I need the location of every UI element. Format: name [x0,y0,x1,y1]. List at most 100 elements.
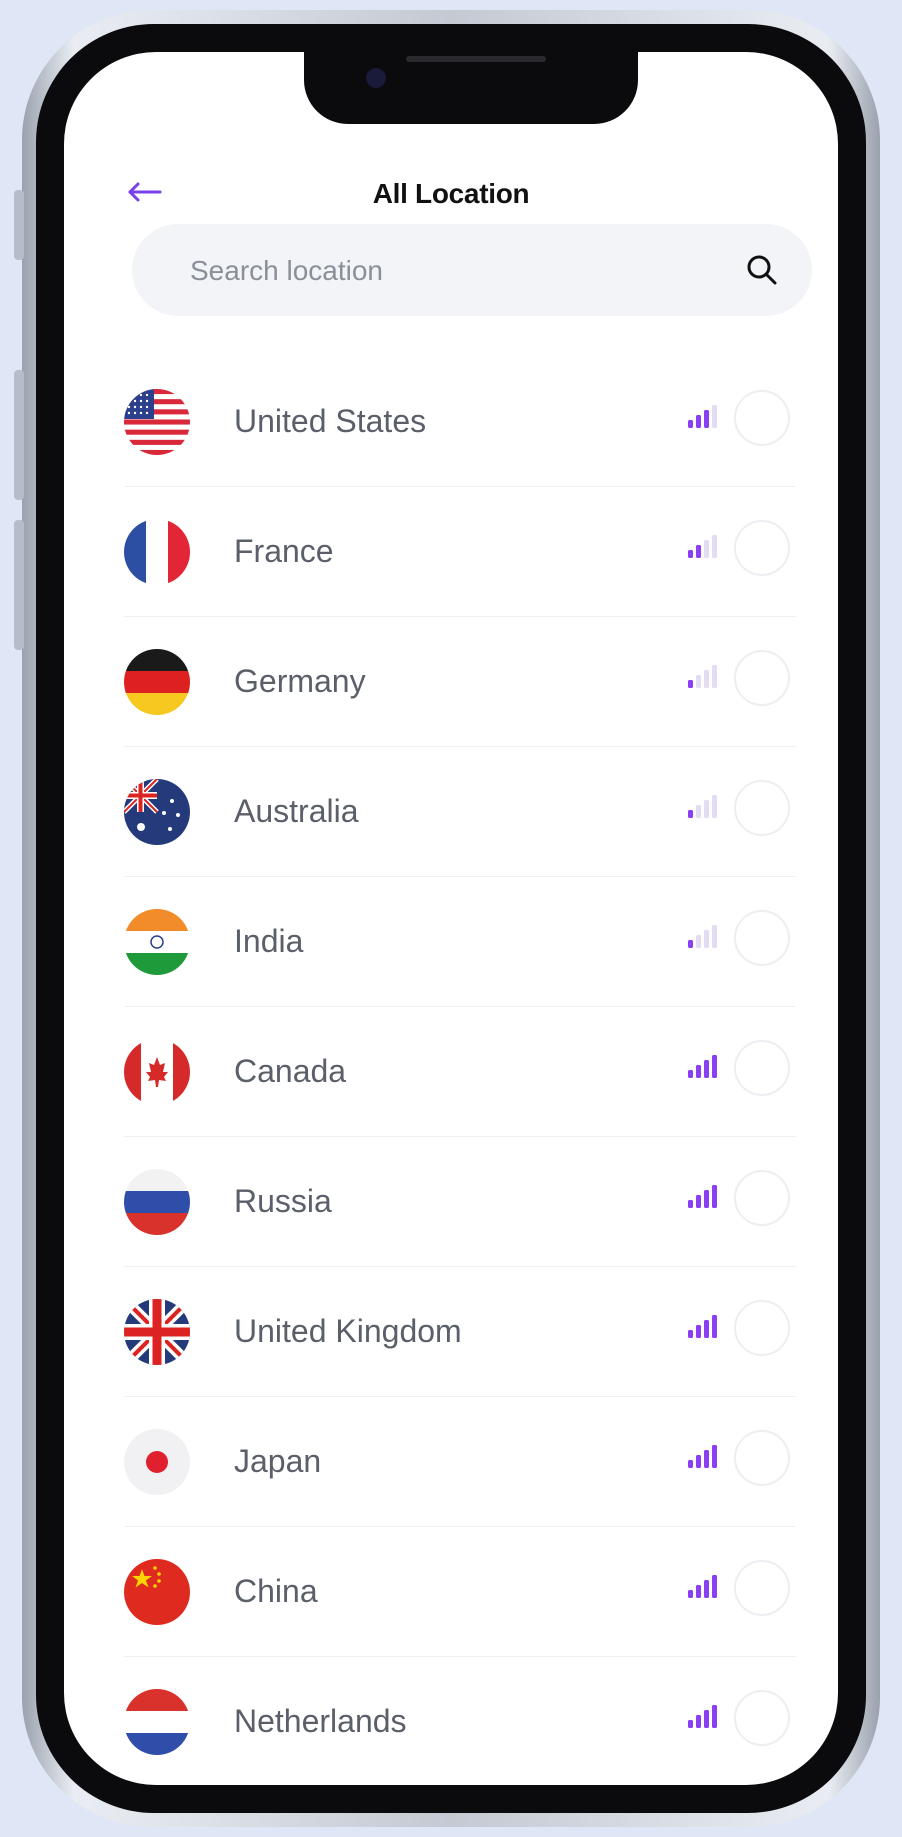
search-bar[interactable] [132,224,812,316]
flag-ru-icon [124,1169,190,1235]
location-row[interactable]: China [124,1527,796,1657]
country-name: France [234,533,334,569]
flag-cn-icon [124,1559,190,1625]
flag-fr-icon [124,519,190,585]
notch [304,52,638,124]
signal-bar [688,1590,693,1598]
select-radio[interactable] [734,910,790,966]
signal-bar [696,415,701,428]
select-radio[interactable] [734,1430,790,1486]
location-list: United States France Germany Australia Indi… [64,357,838,1785]
camera [366,68,386,88]
speaker [406,56,546,62]
signal-bar [704,540,709,558]
page-title: All Location [372,178,530,209]
country-name: Russia [234,1183,332,1219]
signal-bar [712,665,717,688]
volume-up-button [14,370,24,500]
location-row[interactable]: India [124,877,796,1007]
select-radio[interactable] [734,1040,790,1096]
country-name: United Kingdom [234,1313,462,1349]
signal-bar [704,1450,709,1468]
location-row[interactable]: Russia [124,1137,796,1267]
location-row[interactable]: Japan [124,1397,796,1527]
signal-bar [696,675,701,688]
signal-bar [688,1720,693,1728]
flag-jp-icon [124,1429,190,1495]
location-row[interactable]: Canada [124,1007,796,1137]
signal-bar [712,795,717,818]
signal-bar [704,410,709,428]
header: All Location [64,164,838,224]
signal-strength-icon [688,795,717,818]
select-radio[interactable] [734,1170,790,1226]
signal-bar [696,1715,701,1728]
signal-bar [704,800,709,818]
location-row[interactable]: United States [124,357,796,487]
signal-bar [696,545,701,558]
signal-bar [712,405,717,428]
signal-bar [704,1190,709,1208]
flag-nl-icon [124,1689,190,1755]
signal-strength-icon [688,535,717,558]
country-name: Japan [234,1443,322,1479]
location-row[interactable]: Netherlands [124,1657,796,1785]
signal-bar [688,1330,693,1338]
flag-us-icon [124,389,190,455]
country-name: Germany [234,663,366,699]
volume-down-button [14,520,24,650]
signal-bar [688,680,693,688]
country-name: India [234,923,304,959]
select-radio[interactable] [734,650,790,706]
location-row[interactable]: France [124,487,796,617]
signal-bar [704,1580,709,1598]
signal-bar [712,1185,717,1208]
signal-strength-icon [688,1705,717,1728]
flag-in-icon [124,909,190,975]
signal-bar [696,1325,701,1338]
signal-bar [712,1055,717,1078]
signal-bar [704,1060,709,1078]
select-radio[interactable] [734,1690,790,1746]
signal-bar [712,1705,717,1728]
country-name: Netherlands [234,1703,407,1739]
signal-bar [712,1315,717,1338]
signal-bar [688,1070,693,1078]
select-radio[interactable] [734,520,790,576]
signal-bar [696,1455,701,1468]
location-row[interactable]: Australia [124,747,796,877]
signal-strength-icon [688,1575,717,1598]
country-name: Canada [234,1053,347,1089]
select-radio[interactable] [734,1300,790,1356]
signal-bar [704,1320,709,1338]
location-row[interactable]: United Kingdom [124,1267,796,1397]
signal-bar [688,1200,693,1208]
search-input[interactable] [188,242,712,300]
signal-bar [696,935,701,948]
signal-bar [704,670,709,688]
signal-bar [704,930,709,948]
flag-au-icon [124,779,190,845]
flag-de-icon [124,649,190,715]
country-name: Australia [234,793,359,829]
signal-bar [712,925,717,948]
signal-bar [688,550,693,558]
signal-bar [696,1195,701,1208]
signal-strength-icon [688,665,717,688]
signal-strength-icon [688,405,717,428]
location-row[interactable]: Germany [124,617,796,747]
signal-bar [688,940,693,948]
select-radio[interactable] [734,1560,790,1616]
signal-bar [688,810,693,818]
signal-bar [712,1575,717,1598]
select-radio[interactable] [734,390,790,446]
signal-bar [688,420,693,428]
signal-bar [704,1710,709,1728]
country-name: China [234,1573,318,1609]
select-radio[interactable] [734,780,790,836]
signal-strength-icon [688,925,717,948]
search-icon[interactable] [742,250,782,290]
signal-strength-icon [688,1445,717,1468]
signal-strength-icon [688,1315,717,1338]
screen: All Location United States France Germany … [64,52,838,1785]
